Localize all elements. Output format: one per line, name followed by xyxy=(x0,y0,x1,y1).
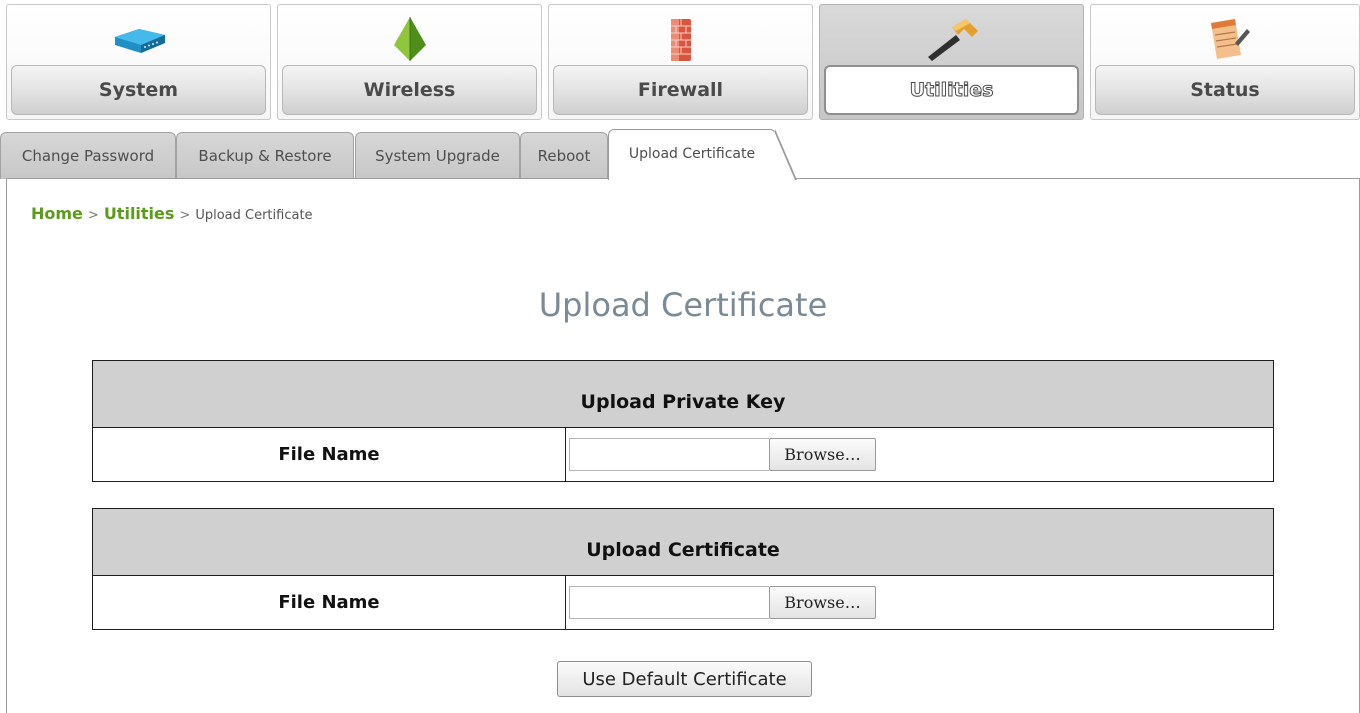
nav-item-utilities[interactable]: Utilities xyxy=(819,4,1084,120)
nav-item-wireless[interactable]: Wireless xyxy=(277,4,542,120)
private-key-file-picker: Browse… xyxy=(569,438,1273,471)
certificate-file-picker: Browse… xyxy=(569,586,1273,619)
nav-label-utilities[interactable]: Utilities xyxy=(824,65,1079,115)
use-default-certificate-button[interactable]: Use Default Certificate xyxy=(557,661,812,697)
nav-label-wireless[interactable]: Wireless xyxy=(282,65,537,115)
private-key-file-cell: Browse… xyxy=(565,427,1274,482)
certificate-file-input[interactable] xyxy=(569,586,769,619)
breadcrumb-home[interactable]: Home xyxy=(31,204,83,223)
certificate-file-cell: Browse… xyxy=(565,575,1274,630)
nav-label-firewall[interactable]: Firewall xyxy=(553,65,808,115)
breadcrumb-utilities[interactable]: Utilities xyxy=(104,204,175,223)
nav-label-status[interactable]: Status xyxy=(1095,65,1355,115)
brick-wall-icon xyxy=(670,19,691,61)
nav-item-system[interactable]: System xyxy=(6,4,271,120)
breadcrumb-separator: > xyxy=(179,208,191,223)
page-title: Upload Certificate xyxy=(538,286,828,324)
tab-backup-restore[interactable]: Backup & Restore xyxy=(176,132,354,179)
hammer-icon xyxy=(927,19,978,61)
breadcrumb-current: Upload Certificate xyxy=(195,208,313,223)
certificate-file-label: File Name xyxy=(92,575,566,630)
top-navigation: System Wireless Firewall Utilities Statu… xyxy=(6,4,1360,122)
tab-reboot[interactable]: Reboot xyxy=(520,132,608,179)
nav-item-firewall[interactable]: Firewall xyxy=(548,4,813,120)
nav-label-system[interactable]: System xyxy=(11,65,266,115)
tab-system-upgrade[interactable]: System Upgrade xyxy=(355,132,520,179)
nav-item-status[interactable]: Status xyxy=(1090,4,1360,120)
breadcrumb-separator: > xyxy=(87,208,99,223)
private-key-file-label: File Name xyxy=(92,427,566,482)
certificate-table: Upload Certificate File Name Browse… xyxy=(92,508,1274,630)
router-icon xyxy=(114,29,165,53)
certificate-browse-button[interactable]: Browse… xyxy=(769,586,876,619)
content-panel: Home > Utilities > Upload Certificate Upload… xyxy=(6,178,1360,713)
tab-upload-certificate[interactable]: Upload Certificate xyxy=(608,129,797,180)
wireless-pyramid-icon xyxy=(393,17,426,61)
sub-tab-bar: Change Password Backup & Restore System … xyxy=(0,124,1360,180)
private-key-header: Upload Private Key xyxy=(92,360,1274,428)
certificate-header: Upload Certificate xyxy=(92,508,1274,576)
private-key-browse-button[interactable]: Browse… xyxy=(769,438,876,471)
private-key-table: Upload Private Key File Name Browse… xyxy=(92,360,1274,482)
private-key-file-input[interactable] xyxy=(569,438,769,471)
notepad-icon xyxy=(1211,19,1250,59)
tab-change-password[interactable]: Change Password xyxy=(0,132,176,179)
breadcrumb: Home > Utilities > Upload Certificate xyxy=(31,204,313,223)
